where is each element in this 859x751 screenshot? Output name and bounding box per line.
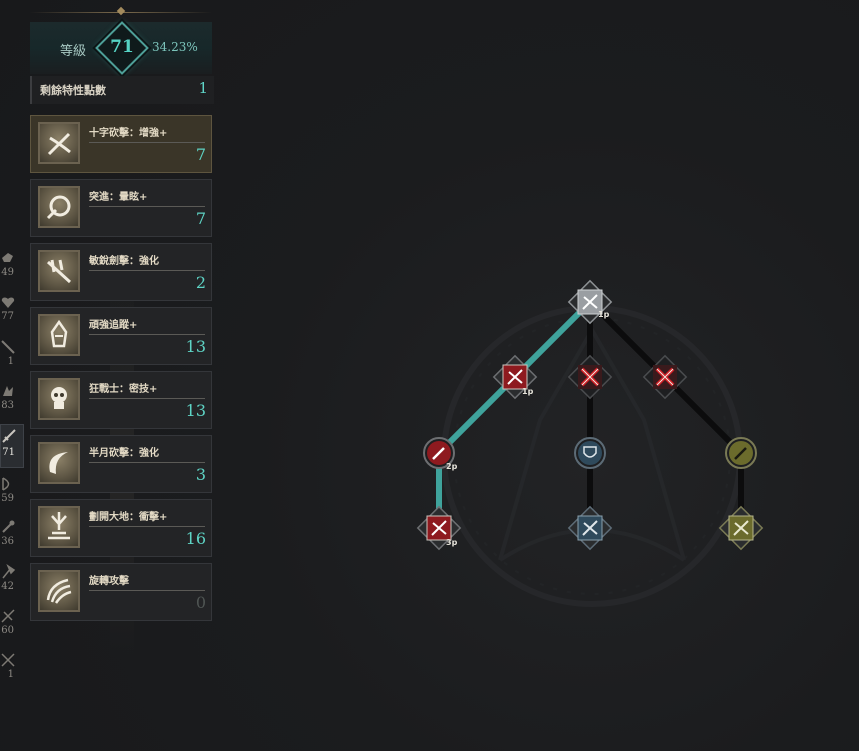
node-cost-label: 2p (446, 462, 458, 471)
node-cost-label: 3p (446, 538, 458, 547)
tree-node-mid-3[interactable] (567, 505, 613, 551)
tree-connections (436, 299, 744, 528)
node-cost-label: 1p (598, 310, 610, 319)
skill-tree: 1p 1p 2p 3p (416, 279, 764, 607)
node-cost-label: 1p (522, 387, 534, 396)
tree-node-right-2[interactable] (725, 437, 757, 469)
tree-node-mid-2[interactable] (574, 437, 606, 469)
